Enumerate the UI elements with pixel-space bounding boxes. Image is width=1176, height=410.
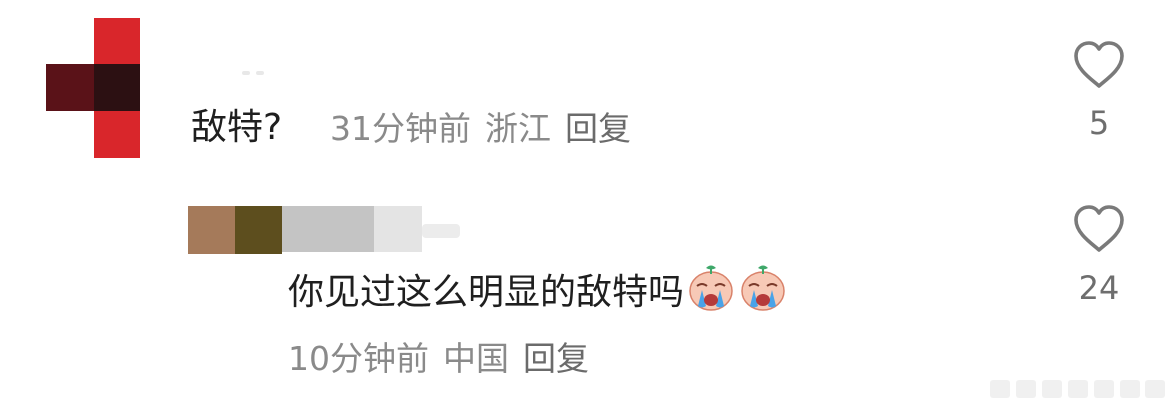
crying-emoji-icon [689,265,733,311]
comment-meta: 31分钟前 浙江 回复 [330,106,631,152]
comment-thread: 敌特? 31分钟前 浙江 回复 5 你见过这么明显的敌特吗 10分钟前 中国 回… [0,0,1176,410]
like-group: 24 [1059,204,1139,308]
heart-outline-icon[interactable] [1072,204,1126,254]
username-redacted[interactable] [240,68,276,78]
like-group: 5 [1059,40,1139,143]
reply-button[interactable]: 回复 [523,339,589,378]
like-count: 24 [1078,269,1120,307]
avatar[interactable] [46,18,140,158]
avatar[interactable] [188,206,282,254]
comment-text: 敌特? [191,107,283,148]
like-count: 5 [1088,104,1110,142]
comment-meta: 10分钟前 中国 回复 [288,336,589,382]
comment-location: 浙江 [485,109,551,148]
comment-time: 31分钟前 [330,109,471,148]
reply-button[interactable]: 回复 [565,109,631,148]
comment-location: 中国 [443,339,509,378]
watermark [990,378,1165,400]
username-redacted[interactable] [282,206,462,252]
comment-body: 你见过这么明显的敌特吗 [288,272,685,313]
crying-emoji-icon [741,265,785,311]
heart-outline-icon[interactable] [1072,40,1126,90]
comment-text: 你见过这么明显的敌特吗 [288,262,788,318]
comment-time: 10分钟前 [288,339,429,378]
